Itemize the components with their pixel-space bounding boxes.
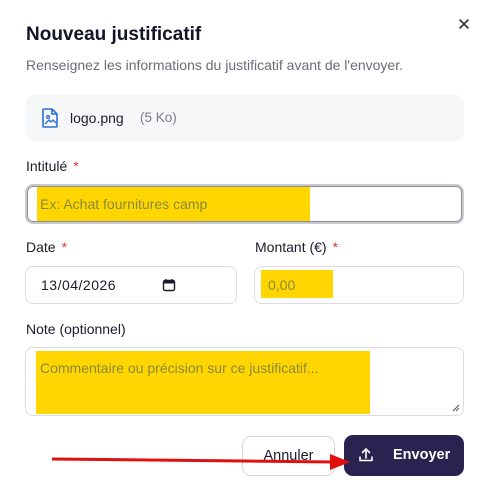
attached-file: logo.png (5 Ko) [26,95,464,141]
intitule-placeholder: Ex: Achat fournitures camp [40,196,208,212]
close-icon [459,19,469,29]
note-label: Note (optionnel) [26,321,126,337]
dialog-subtitle: Renseignez les informations du justifica… [26,57,403,73]
amount-label-text: Montant (€) [255,239,327,255]
file-name: logo.png [70,110,124,126]
resize-grip-icon[interactable] [452,404,460,412]
cancel-button[interactable]: Annuler [242,436,335,476]
upload-icon [359,448,373,462]
note-textarea[interactable]: Commentaire ou précision sur ce justific… [25,347,464,416]
amount-placeholder: 0,00 [268,277,296,293]
intitule-label-text: Intitulé [26,158,68,174]
file-size: (5 Ko) [140,110,177,125]
close-button[interactable] [456,16,474,34]
send-button[interactable]: Envoyer [344,435,464,476]
required-mark: * [73,158,79,174]
date-input[interactable]: 13/04/2026 [25,266,237,304]
amount-input[interactable]: 0,00 [254,266,464,304]
calendar-icon[interactable] [162,278,176,292]
date-label: Date * [26,239,67,255]
intitule-label: Intitulé * [26,158,79,174]
amount-label: Montant (€) * [255,239,338,255]
new-receipt-dialog: Nouveau justificatif Renseignez les info… [0,0,492,501]
dialog-title: Nouveau justificatif [26,24,202,45]
intitule-input[interactable]: Ex: Achat fournitures camp [25,184,464,224]
required-mark: * [61,239,68,255]
send-label: Envoyer [393,447,451,463]
date-label-text: Date [26,239,56,255]
required-mark: * [332,239,339,255]
image-file-icon [42,108,58,128]
note-placeholder: Commentaire ou précision sur ce justific… [40,360,319,376]
date-value: 13/04/2026 [41,277,117,293]
annotation-arrow [51,454,350,470]
